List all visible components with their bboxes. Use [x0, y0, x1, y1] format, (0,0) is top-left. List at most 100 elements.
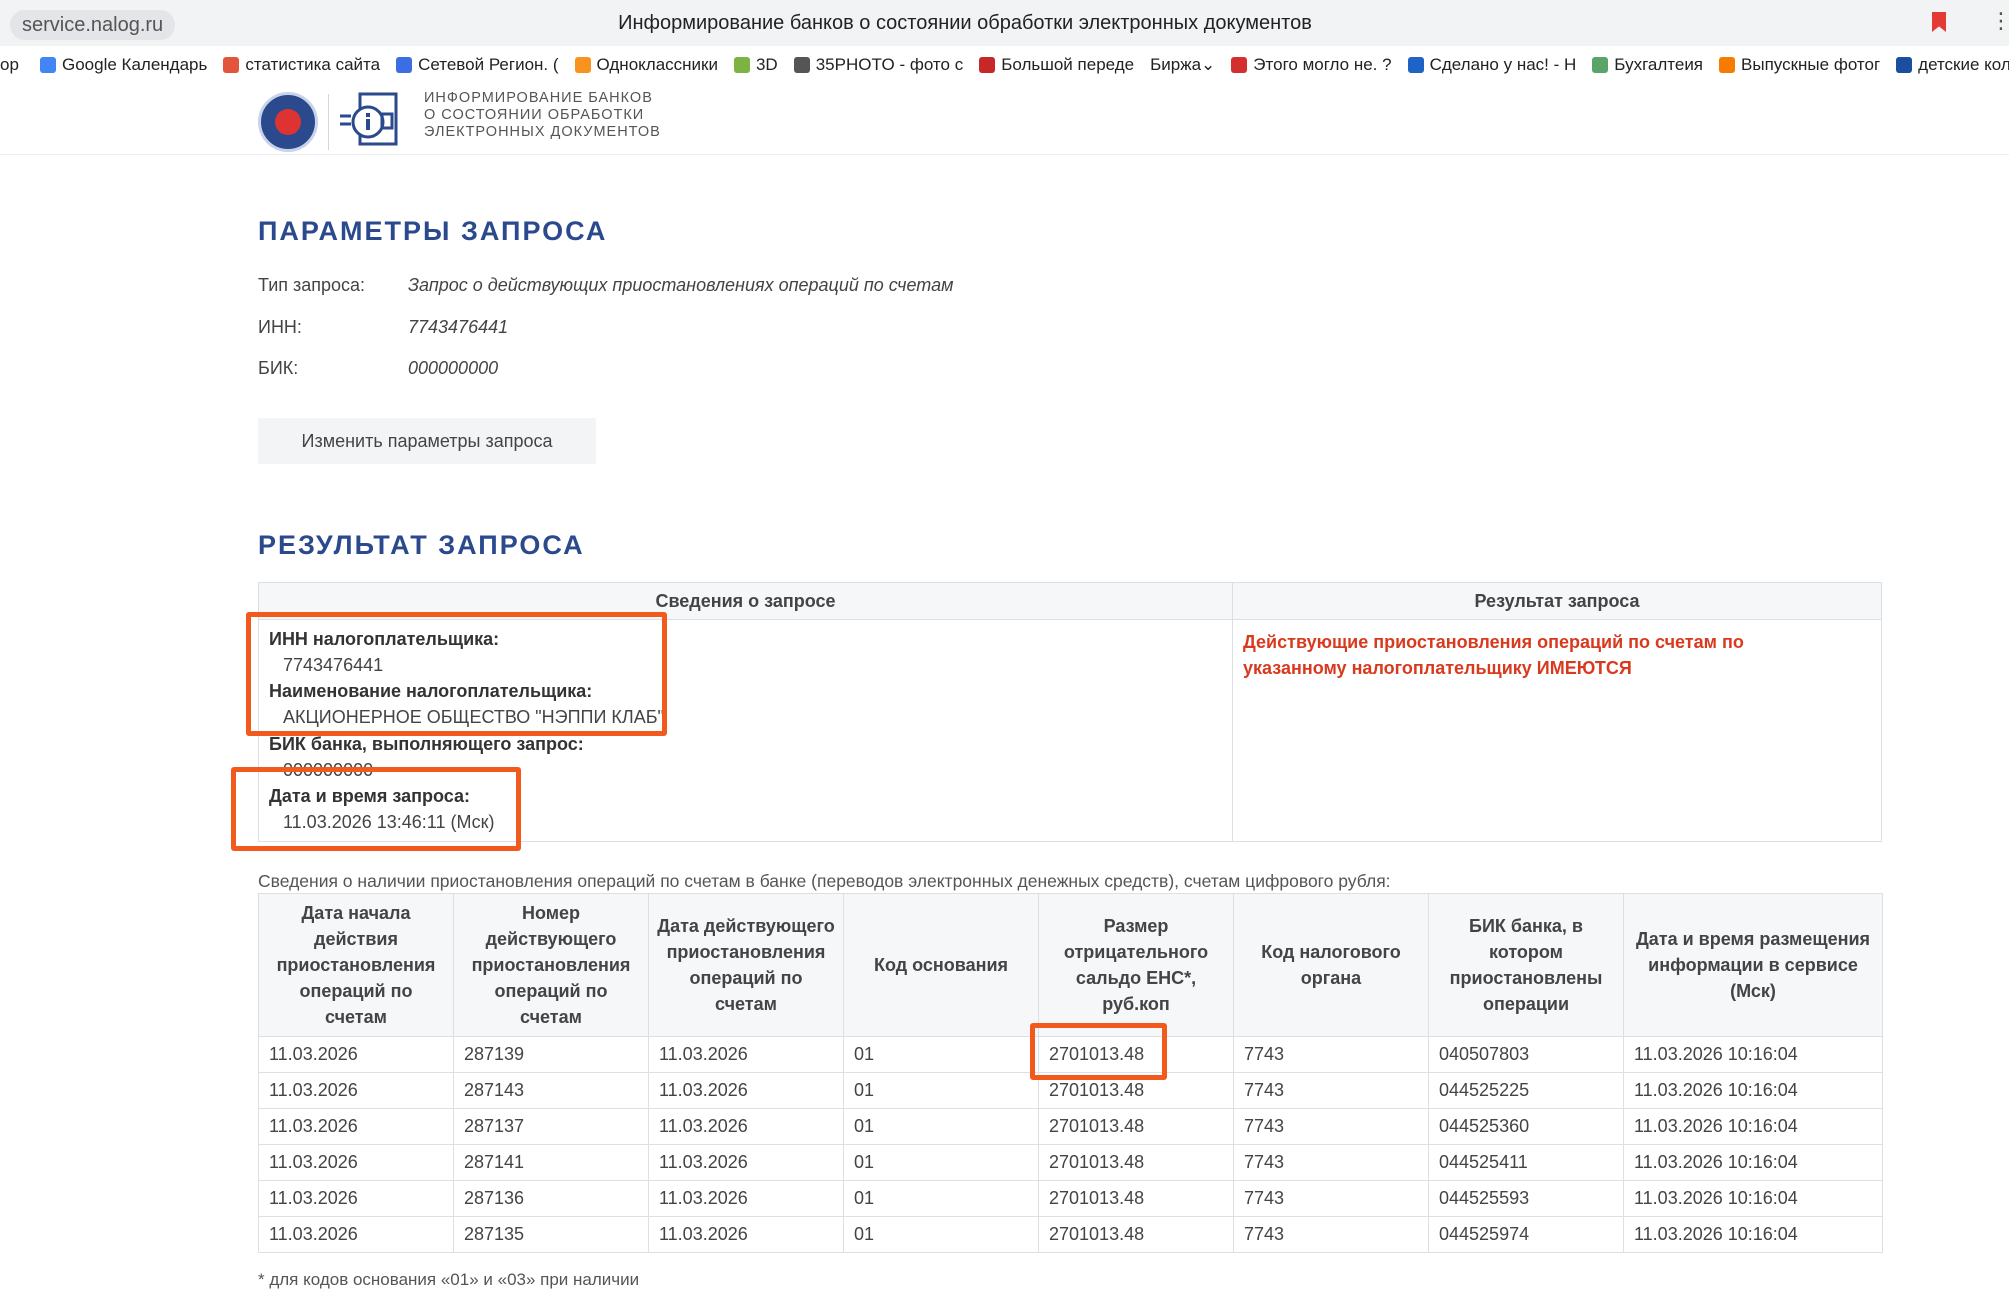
big-rework-icon	[979, 57, 996, 73]
bookmark-item[interactable]: детские колл	[1896, 55, 2009, 75]
table-cell: 2701013.48	[1038, 1180, 1234, 1217]
table-cell: 040507803	[1428, 1036, 1624, 1073]
table-cell: 01	[843, 1216, 1039, 1253]
table-cell: 01	[843, 1072, 1039, 1109]
bookmark-label: Одноклассники	[596, 55, 718, 74]
summary-header-result: Результат запроса	[1233, 583, 1881, 620]
table-cell: 11.03.2026	[258, 1108, 454, 1145]
bookmark-item[interactable]: Сделано у нас! - Н	[1407, 55, 1577, 75]
table-cell: 287135	[453, 1216, 649, 1253]
table-cell: 044525360	[1428, 1108, 1624, 1145]
bookmark-item[interactable]: Google Календарь	[40, 55, 207, 75]
bookmark-label: Бухгалтеия	[1614, 55, 1704, 74]
table-cell: 287141	[453, 1144, 649, 1181]
photo-35-icon	[793, 57, 810, 73]
fns-emblem-icon[interactable]	[258, 92, 318, 152]
table-cell: 11.03.2026	[258, 1180, 454, 1217]
bookmark-overflow-fragment[interactable]: op	[0, 55, 24, 75]
table-row: 11.03.2026 287141 11.03.2026 01 2701013.48 77…	[258, 1144, 1883, 1181]
table-cell: 01	[843, 1036, 1039, 1073]
bookmark-item[interactable]: статистика сайта	[223, 55, 380, 75]
result-heading: РЕЗУЛЬТАТ ЗАПРОСА	[258, 530, 585, 560]
table-row: 11.03.2026 287136 11.03.2026 01 2701013.48 77…	[258, 1180, 1883, 1217]
site-header: ИНФОРМИРОВАНИЕ БАНКОВ О СОСТОЯНИИ ОБРАБО…	[0, 82, 2009, 155]
bookmark-item[interactable]: Бухгалтеия	[1592, 55, 1703, 75]
google-calendar-icon	[40, 57, 56, 73]
table-cell: 7743	[1233, 1072, 1429, 1109]
table-cell: 2701013.48	[1038, 1144, 1234, 1181]
change-params-button[interactable]: Изменить параметры запроса	[258, 418, 596, 464]
odnoklassniki-icon	[574, 57, 591, 73]
s-letter-icon	[1896, 57, 1913, 73]
params-heading: ПАРАМЕТРЫ ЗАПРОСА	[258, 216, 608, 246]
chevron-down-icon: ⌄	[1201, 55, 1216, 74]
table-cell: 7743	[1233, 1144, 1429, 1181]
logo-divider	[328, 94, 329, 150]
bookmark-label: Большой переде	[1001, 55, 1135, 74]
table-cell: 11.03.2026	[648, 1144, 844, 1181]
logo-line: О СОСТОЯНИИ ОБРАБОТКИ	[424, 107, 645, 123]
highlight-box-datetime	[231, 767, 521, 851]
table-cell: 11.03.2026 10:16:04	[1623, 1108, 1883, 1145]
param-inn-label: ИНН:	[258, 317, 302, 337]
table-cell: 287143	[453, 1072, 649, 1109]
bookmark-label: Этого могло не. ?	[1253, 55, 1392, 74]
table-cell: 11.03.2026 10:16:04	[1623, 1036, 1883, 1073]
column-header: Дата и время размещения информации в сер…	[1623, 893, 1883, 1037]
maybe-not-icon	[1231, 57, 1248, 73]
table-cell: 11.03.2026	[648, 1180, 844, 1217]
info-document-icon	[340, 92, 398, 146]
column-header: БИК банка, в котором приостановлены опер…	[1428, 893, 1624, 1037]
bookmark-label: 3D	[755, 55, 778, 74]
table-header-row: Дата начала действия приостановления опе…	[258, 893, 1883, 1037]
table-cell: 01	[843, 1108, 1039, 1145]
bookmark-item[interactable]: Большой переде	[979, 55, 1134, 75]
bookmark-item[interactable]: Этого могло не. ?	[1231, 55, 1392, 75]
table-cell: 11.03.2026 10:16:04	[1623, 1144, 1883, 1181]
table-cell: 044525593	[1428, 1180, 1624, 1217]
bookmark-label: статистика сайта	[245, 55, 381, 74]
site-logo-text: ИНФОРМИРОВАНИЕ БАНКОВ О СОСТОЯНИИ ОБРАБО…	[424, 90, 661, 141]
accounting-icon	[1592, 57, 1609, 73]
param-bik-value: 000000000	[408, 358, 499, 378]
table-cell: 01	[843, 1180, 1039, 1217]
table-cell: 2701013.48	[1038, 1108, 1234, 1145]
table-cell: 044525225	[1428, 1072, 1624, 1109]
table-cell: 044525974	[1428, 1216, 1624, 1253]
table-cell: 01	[843, 1144, 1039, 1181]
operations-table-caption: Сведения о наличии приостановления опера…	[258, 871, 1391, 891]
bookmark-label: Сделано у нас! - Н	[1429, 55, 1577, 74]
table-cell: 11.03.2026	[648, 1216, 844, 1253]
bookmark-label: 35PHOTO - фото с	[815, 55, 964, 74]
bookmark-item[interactable]: Одноклассники	[574, 55, 718, 75]
highlight-box-saldo	[1030, 1023, 1167, 1080]
logo-line: ЭЛЕКТРОННЫХ ДОКУМЕНТОВ	[424, 124, 661, 140]
column-header: Дата действующего приостановления операц…	[648, 893, 844, 1037]
bookmark-label: детские колл	[1918, 55, 2009, 74]
table-cell: 287139	[453, 1036, 649, 1073]
bookmark-item[interactable]: 35PHOTO - фото с	[793, 55, 964, 75]
column-header: Размер отрицательного сальдо ЕНС*, руб.к…	[1038, 893, 1234, 1037]
bookmark-item[interactable]: Сетевой Регион. (	[396, 55, 559, 75]
param-type-value: Запрос о действующих приостановлениях оп…	[408, 275, 954, 295]
browser-menu-icon[interactable]: ⋮	[1990, 8, 2009, 34]
param-inn-value: 7743476441	[408, 317, 509, 337]
param-type-label: Тип запроса:	[258, 275, 366, 295]
bookmark-label: Google Календарь	[62, 55, 208, 74]
table-cell: 11.03.2026	[648, 1108, 844, 1145]
bookmark-star-icon[interactable]	[1932, 12, 1946, 32]
column-header: Дата начала действия приостановления опе…	[258, 893, 454, 1037]
table-cell: 11.03.2026	[258, 1144, 454, 1181]
bookmark-item[interactable]: Биржа ⌄	[1150, 55, 1215, 75]
logo-line: ИНФОРМИРОВАНИЕ БАНКОВ	[424, 90, 653, 106]
footnote: * для кодов основания «01» и «03» при на…	[258, 1270, 640, 1289]
bank-bik-label: БИК банка, выполняющего запрос:	[269, 734, 584, 754]
result-status-text: Действующие приостановления операций по …	[1243, 632, 1744, 678]
browser-title-bar: service.nalog.ru Информирование банков о…	[0, 0, 2009, 46]
table-cell: 287136	[453, 1180, 649, 1217]
column-header: Код основания	[843, 893, 1039, 1037]
table-cell: 7743	[1233, 1108, 1429, 1145]
bookmark-item[interactable]: 3D	[733, 55, 778, 75]
table-cell: 7743	[1233, 1036, 1429, 1073]
bookmark-item[interactable]: Выпускные фотог	[1719, 55, 1880, 75]
